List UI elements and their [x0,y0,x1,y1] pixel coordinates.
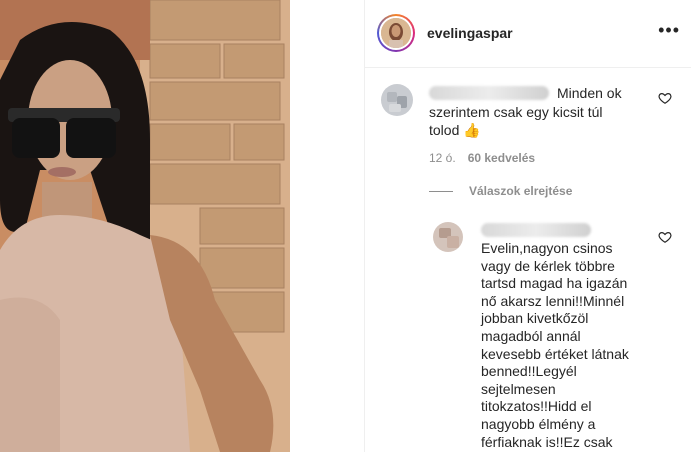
hide-replies-label: Válaszok elrejtése [469,184,573,198]
reply-line: jobban kivetkőzöl [481,310,589,327]
reply-line: Evelin,nagyon csinos [481,240,613,256]
comments-panel: evelingaspar ••• Minden ok szerintem csa… [364,0,691,452]
commenter-avatar[interactable] [381,84,413,116]
reply-line: nagyobb élmény a [481,415,596,432]
reply-avatar[interactable] [433,222,463,252]
more-options-icon[interactable]: ••• [658,20,680,41]
comment-likes[interactable]: 60 kedvelés [468,151,535,165]
comment-text: Minden ok [557,85,622,102]
comment-time: 12 ó. [429,151,456,165]
reply-line: kevesebb értéket látnak [481,345,629,362]
comment-text: tolod 👍 [429,122,481,139]
comment-line: szerintem csak egy kicsit túl [429,104,603,120]
reply-line: titokzatos!!Hidd el [481,398,592,415]
reply-line: férfiaknak is!!Ez csak [481,433,613,450]
post-header: evelingaspar ••• [365,0,691,68]
reply-line: tartsd magad ha igazán [481,275,628,292]
reply-name-redacted [481,223,591,237]
heart-icon[interactable] [658,91,672,105]
reply-line: nő akarsz lenni!!Minnél [481,292,625,309]
reply-line: magadból annál [481,327,581,344]
reply-text: Evelin,nagyon csinos vagy de kérlek több… [481,240,661,451]
comment-meta: 12 ó. 60 kedvelés [429,151,535,165]
reply-line: sejtelmesen [481,380,556,397]
post-photo[interactable] [0,0,290,452]
comment-text: szerintem csak egy kicsit túl [429,104,603,121]
profile-avatar[interactable] [377,14,415,52]
replies-divider [429,191,453,193]
commenter-name-redacted [429,86,549,100]
comment-line: Minden ok [557,85,622,101]
reply-line: benned!!Legyél [481,363,577,380]
reply-line: vagy de kérlek többre [481,257,615,274]
post-photo-image [0,0,290,452]
post-username[interactable]: evelingaspar [427,25,513,41]
hide-replies-button[interactable]: Válaszok elrejtése [429,184,572,198]
comment-line: tolod 👍 [429,122,481,138]
